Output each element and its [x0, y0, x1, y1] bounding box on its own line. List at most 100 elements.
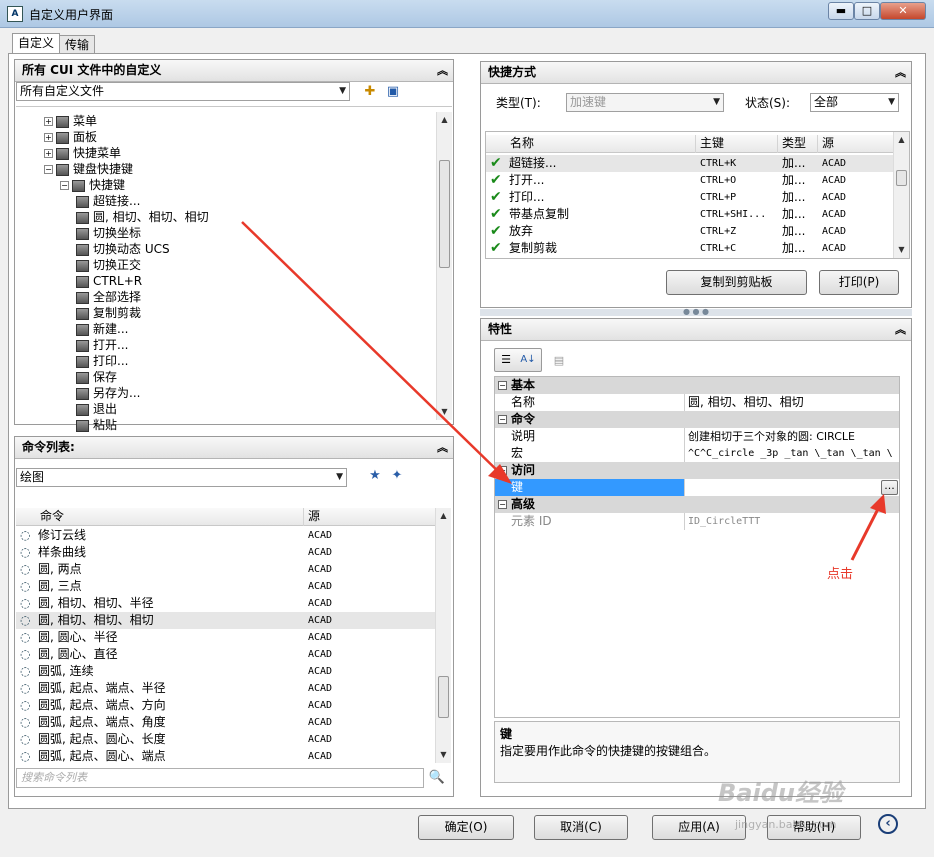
scroll-thumb[interactable] [896, 170, 907, 186]
scroll-up-icon[interactable]: ▲ [894, 132, 909, 148]
tree-node[interactable]: 保存 [76, 369, 117, 385]
edit-command-icon[interactable]: ✦ [388, 467, 406, 485]
scroll-down-icon[interactable]: ▼ [894, 242, 909, 258]
prop-desc-value[interactable]: 创建相切于三个对象的圆: CIRCLE [685, 428, 899, 445]
collapse-icon[interactable]: − [498, 415, 507, 424]
tab-customize[interactable]: 自定义 [12, 33, 61, 54]
tree-node[interactable]: + 菜单 [44, 113, 97, 129]
collapse-icon[interactable]: ︽ [437, 60, 448, 81]
tree-node[interactable]: 复制剪裁 [76, 305, 141, 321]
tree-node[interactable]: + 面板 [44, 129, 97, 145]
command-row[interactable]: ◌ 圆, 相切、相切、半径 ACAD [16, 595, 436, 612]
tree-scrollbar[interactable]: ▲ ▼ [436, 112, 452, 420]
collapse-icon[interactable]: ︽ [437, 437, 448, 458]
collapse-icon[interactable]: − [498, 381, 507, 390]
tree-node[interactable]: 打开... [76, 337, 128, 353]
prop-macro-value[interactable]: ^C^C_circle _3p _tan \_tan \_tan \ [685, 445, 899, 462]
command-list-scrollbar[interactable]: ▲ ▼ [435, 508, 451, 763]
load-file-icon[interactable]: ✚ [361, 83, 379, 101]
shortcut-row[interactable]: ✔ 打印... CTRL+P 加... ACAD [486, 189, 893, 206]
cui-file-combo[interactable]: 所有自定义文件 ▼ [16, 82, 350, 101]
tree-node[interactable]: 切换动态 UCS [76, 241, 170, 257]
collapse-icon[interactable]: − [498, 466, 507, 475]
tree-node[interactable]: 新建... [76, 321, 128, 337]
apply-button[interactable]: 应用(A) [652, 815, 746, 840]
tree-node[interactable]: 切换坐标 [76, 225, 141, 241]
scroll-up-icon[interactable]: ▲ [436, 508, 451, 524]
print-button[interactable]: 打印(P) [819, 270, 899, 295]
col-source[interactable]: 源 [304, 508, 436, 526]
prop-row-macro[interactable]: 宏 ^C^C_circle _3p _tan \_tan \_tan \ [495, 445, 899, 462]
tree-node[interactable]: 粘贴 [76, 417, 117, 433]
expand-icon[interactable]: + [44, 117, 53, 126]
shortcut-row[interactable]: ✔ 带基点复制 CTRL+SHI... 加... ACAD [486, 206, 893, 223]
command-row[interactable]: ◌ 圆弧, 起点、端点、半径 ACAD [16, 680, 436, 697]
collapse-icon[interactable]: ︽ [895, 319, 906, 340]
command-row[interactable]: ◌ 圆弧, 起点、端点、方向 ACAD [16, 697, 436, 714]
shortcut-row[interactable]: ✔ 放弃 CTRL+Z 加... ACAD [486, 223, 893, 240]
col-name[interactable]: 名称 [506, 135, 696, 153]
prop-row-description[interactable]: 说明 创建相切于三个对象的圆: CIRCLE [495, 428, 899, 445]
prop-row-key[interactable]: 键 [495, 479, 899, 496]
shortcut-row[interactable]: ✔ 打开... CTRL+O 加... ACAD [486, 172, 893, 189]
expand-icon[interactable]: + [44, 133, 53, 142]
collapse-icon[interactable]: − [498, 500, 507, 509]
command-row[interactable]: ◌ 圆弧, 起点、圆心、长度 ACAD [16, 731, 436, 748]
expand-icon[interactable]: + [44, 149, 53, 158]
close-button[interactable]: ✕ [880, 2, 926, 20]
command-row[interactable]: ◌ 圆弧, 连续 ACAD [16, 663, 436, 680]
command-row[interactable]: ◌ 修订云线 ACAD [16, 527, 436, 544]
col-command[interactable]: 命令 [36, 508, 304, 526]
tree-node[interactable]: − 键盘快捷键 [44, 161, 133, 177]
tree-node[interactable]: 圆, 相切、相切、相切 [76, 209, 209, 225]
command-row[interactable]: ◌ 圆, 两点 ACAD [16, 561, 436, 578]
prop-row-name[interactable]: 名称 圆, 相切、相切、相切 [495, 394, 899, 411]
property-pages-icon[interactable]: ▤ [550, 352, 568, 370]
command-row[interactable]: ◌ 圆, 相切、相切、相切 ACAD [16, 612, 436, 629]
category-access[interactable]: − 访问 [495, 462, 899, 479]
scroll-down-icon[interactable]: ▼ [437, 404, 452, 420]
collapse-icon[interactable]: − [60, 181, 69, 190]
col-type[interactable]: 类型 [778, 135, 818, 153]
prop-row-element-id[interactable]: 元素 ID ID_CircleTTT [495, 513, 899, 530]
collapse-icon[interactable]: ︽ [895, 62, 906, 83]
tree-node[interactable]: 切换正交 [76, 257, 141, 273]
minimize-button[interactable]: ▬ [828, 2, 854, 20]
scroll-down-icon[interactable]: ▼ [436, 747, 451, 763]
scroll-thumb[interactable] [438, 676, 449, 718]
tree-node[interactable]: 另存为... [76, 385, 140, 401]
search-icon[interactable]: 🔍 [428, 769, 446, 787]
prop-name-value[interactable]: 圆, 相切、相切、相切 [685, 394, 899, 411]
cancel-button[interactable]: 取消(C) [534, 815, 628, 840]
tree-node[interactable]: − 快捷键 [60, 177, 125, 193]
command-row[interactable]: ◌ 样条曲线 ACAD [16, 544, 436, 561]
status-combo[interactable]: 全部 ▼ [810, 93, 899, 112]
new-command-icon[interactable]: ★ [366, 467, 384, 485]
tree-node[interactable]: + 快捷菜单 [44, 145, 121, 161]
chevron-left-icon[interactable]: ‹ [878, 814, 898, 834]
category-advanced[interactable]: − 高级 [495, 496, 899, 513]
tree-node[interactable]: 退出 [76, 401, 117, 417]
ok-button[interactable]: 确定(O) [418, 815, 514, 840]
command-search-input[interactable]: 搜索命令列表 [16, 768, 424, 788]
tree-node[interactable]: 超链接... [76, 193, 140, 209]
command-row[interactable]: ◌ 圆弧, 起点、圆心、端点 ACAD [16, 748, 436, 763]
col-key[interactable]: 主键 [696, 135, 778, 153]
command-row[interactable]: ◌ 圆, 圆心、半径 ACAD [16, 629, 436, 646]
tree-node[interactable]: 全部选择 [76, 289, 141, 305]
category-command[interactable]: − 命令 [495, 411, 899, 428]
shortcut-scrollbar[interactable]: ▲ ▼ [893, 132, 909, 258]
category-basic[interactable]: − 基本 [495, 377, 899, 394]
shortcut-row[interactable]: ✔ 超链接... CTRL+K 加... ACAD [486, 155, 893, 172]
scroll-thumb[interactable] [439, 160, 450, 268]
command-row[interactable]: ◌ 圆弧, 起点、端点、角度 ACAD [16, 714, 436, 731]
collapse-icon[interactable]: − [44, 165, 53, 174]
tree-node[interactable]: CTRL+R [76, 273, 142, 289]
key-browse-button[interactable]: ... [881, 480, 898, 495]
command-filter-combo[interactable]: 绘图 ▼ [16, 468, 347, 487]
col-source[interactable]: 源 [818, 135, 893, 153]
copy-to-clipboard-button[interactable]: 复制到剪贴板 [666, 270, 807, 295]
tab-transfer[interactable]: 传输 [59, 35, 96, 54]
save-icon[interactable]: ▣ [384, 83, 402, 101]
shortcut-row[interactable]: ✔ 复制剪裁 CTRL+C 加... ACAD [486, 240, 893, 257]
